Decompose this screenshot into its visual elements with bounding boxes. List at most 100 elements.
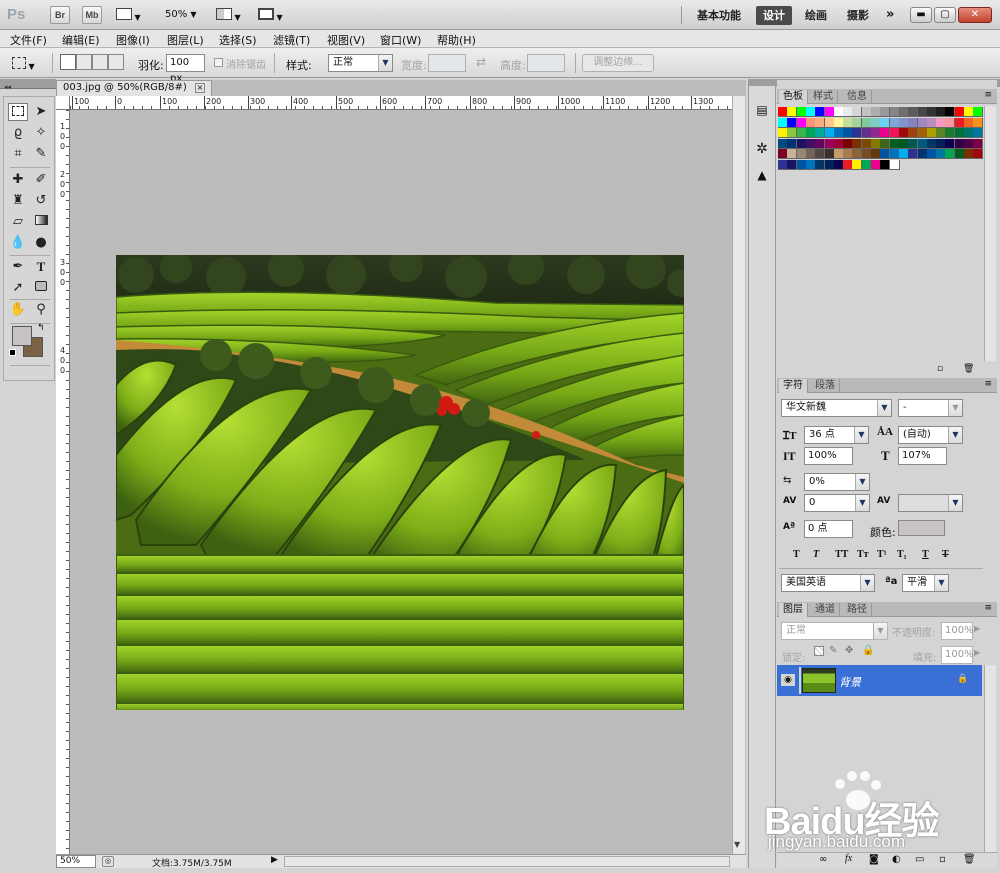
layer-row-background[interactable]: ◉ 背景 🔒: [777, 665, 982, 696]
new-swatch-icon[interactable]: ▫: [937, 364, 943, 374]
intersect-selection-icon[interactable]: [108, 54, 124, 70]
new-selection-icon[interactable]: [60, 54, 76, 70]
navigator-panel-icon[interactable]: ✲: [752, 141, 772, 159]
all-caps-button[interactable]: TT: [835, 549, 848, 560]
menu-file[interactable]: 文件(F): [10, 32, 47, 48]
workspace-painting[interactable]: 绘画: [798, 6, 834, 25]
hand-tool[interactable]: ✋: [8, 301, 28, 319]
menu-window[interactable]: 窗口(W): [380, 32, 421, 48]
crop-tool[interactable]: ⌗: [8, 145, 28, 163]
visibility-eye-icon[interactable]: ◉: [781, 674, 795, 686]
close-tab-icon[interactable]: ×: [194, 83, 205, 93]
workspace-design[interactable]: 设计: [756, 6, 792, 25]
subscript-button[interactable]: T₁: [897, 549, 907, 560]
color-swatch[interactable]: [889, 159, 900, 170]
vertical-scrollbar[interactable]: ▼: [732, 96, 745, 854]
text-antialias-select[interactable]: 平滑 ▼: [902, 574, 949, 592]
horizontal-scale-input[interactable]: 107%: [898, 447, 947, 465]
tab-info[interactable]: 信息: [843, 90, 872, 104]
ruler-origin[interactable]: [56, 96, 70, 110]
tab-paths[interactable]: 路径: [843, 603, 872, 617]
panel-menu-icon[interactable]: ≡: [984, 379, 992, 389]
color-swatch[interactable]: [973, 138, 984, 149]
vertical-scale-input[interactable]: 100%: [804, 447, 853, 465]
kerning-select[interactable]: 0 ▼: [804, 494, 870, 512]
swap-colors-icon[interactable]: ↰: [37, 323, 45, 333]
blend-mode-select[interactable]: 正常 ▼: [781, 622, 888, 640]
document-image[interactable]: [116, 255, 684, 710]
tracking-select[interactable]: ▼: [898, 494, 963, 512]
blur-tool[interactable]: 💧: [8, 234, 28, 252]
strikethrough-button[interactable]: T: [942, 549, 949, 560]
arrange-documents-dropdown[interactable]: ▼: [216, 8, 246, 23]
foreground-color-swatch[interactable]: [12, 326, 32, 346]
history-panel-icon[interactable]: ▤: [752, 103, 772, 121]
antialias-checkbox[interactable]: [214, 58, 223, 67]
gradient-tool[interactable]: [31, 213, 51, 231]
faux-bold-button[interactable]: T: [793, 549, 800, 560]
zoom-level-dropdown[interactable]: 50% ▼: [165, 9, 197, 20]
menu-select[interactable]: 选择(S): [219, 32, 257, 48]
fill-input[interactable]: 100%: [941, 646, 974, 664]
workspace-essentials[interactable]: 基本功能: [690, 6, 748, 25]
brush-tool[interactable]: ✐: [31, 171, 51, 189]
menu-layer[interactable]: 图层(L): [167, 32, 204, 48]
lock-position-icon[interactable]: ✥: [845, 645, 853, 656]
zoom-tool[interactable]: ⚲: [31, 301, 51, 319]
add-selection-icon[interactable]: [76, 54, 92, 70]
view-extras-dropdown[interactable]: ▼: [116, 8, 146, 22]
swatches-scrollbar[interactable]: [984, 106, 996, 361]
leading-select[interactable]: (自动) ▼: [898, 426, 963, 444]
color-swatch[interactable]: [973, 149, 984, 159]
text-color-swatch[interactable]: [898, 520, 945, 536]
baseline-shift-input[interactable]: 0 点: [804, 520, 853, 538]
lock-pixels-icon[interactable]: ✎: [829, 645, 837, 656]
menu-filter[interactable]: 滤镜(T): [273, 32, 310, 48]
refine-edge-button[interactable]: 调整边缘...: [582, 54, 654, 72]
tab-paragraph[interactable]: 段落: [811, 379, 840, 393]
status-menu-arrow-icon[interactable]: ▶: [271, 855, 278, 865]
subtract-selection-icon[interactable]: [92, 54, 108, 70]
tab-swatches[interactable]: 色板: [779, 90, 808, 104]
close-window-button[interactable]: ✕: [958, 7, 992, 23]
eyedropper-tool[interactable]: ✎: [31, 145, 51, 163]
height-input[interactable]: [527, 54, 565, 72]
screen-mode-dropdown[interactable]: ▼: [258, 8, 288, 23]
default-colors-icon[interactable]: [9, 349, 16, 356]
width-input[interactable]: [428, 54, 466, 72]
lasso-tool[interactable]: ϱ: [8, 124, 28, 142]
font-family-select[interactable]: 华文新魏 ▼: [781, 399, 892, 417]
small-caps-button[interactable]: Tт: [857, 549, 869, 560]
font-size-select[interactable]: 36 点 ▼: [804, 426, 869, 444]
minibridge-button[interactable]: Mb: [82, 6, 102, 24]
style-select[interactable]: 正常 ▼: [328, 54, 393, 72]
panel-menu-icon[interactable]: ≡: [984, 603, 992, 613]
eraser-tool[interactable]: ▱: [8, 213, 28, 231]
font-style-select[interactable]: - ▼: [898, 399, 963, 417]
histogram-panel-icon[interactable]: ▲: [752, 168, 772, 186]
tab-channels[interactable]: 通道: [811, 603, 840, 617]
underline-button[interactable]: T: [922, 549, 929, 560]
rectangular-marquee-tool[interactable]: [8, 103, 28, 121]
menu-help[interactable]: 帮助(H): [437, 32, 476, 48]
document-tab[interactable]: 003.jpg @ 50%(RGB/8#) ×: [56, 80, 212, 96]
tab-styles[interactable]: 样式: [809, 90, 838, 104]
menu-edit[interactable]: 编辑(E): [62, 32, 100, 48]
dodge-tool[interactable]: ●: [31, 234, 51, 252]
move-tool[interactable]: ➤: [31, 103, 51, 121]
workspace-photography[interactable]: 摄影: [840, 6, 876, 25]
tool-preset-picker[interactable]: ▼: [12, 54, 36, 72]
lock-transparency-icon[interactable]: [814, 646, 824, 656]
maximize-button[interactable]: ▢: [934, 7, 956, 23]
pen-tool[interactable]: ✒: [8, 258, 28, 276]
color-swatch[interactable]: [973, 107, 984, 117]
tab-character[interactable]: 字符: [779, 379, 808, 393]
shape-tool[interactable]: [31, 279, 51, 297]
menu-image[interactable]: 图像(I): [116, 32, 150, 48]
status-zoom-input[interactable]: 50%: [56, 855, 96, 868]
superscript-button[interactable]: T¹: [877, 549, 887, 560]
tab-layers[interactable]: 图层: [779, 603, 808, 617]
swap-icon[interactable]: ⇄: [476, 55, 486, 69]
opacity-input[interactable]: 100%: [941, 622, 974, 640]
fill-arrow-icon[interactable]: ▶: [974, 648, 980, 657]
